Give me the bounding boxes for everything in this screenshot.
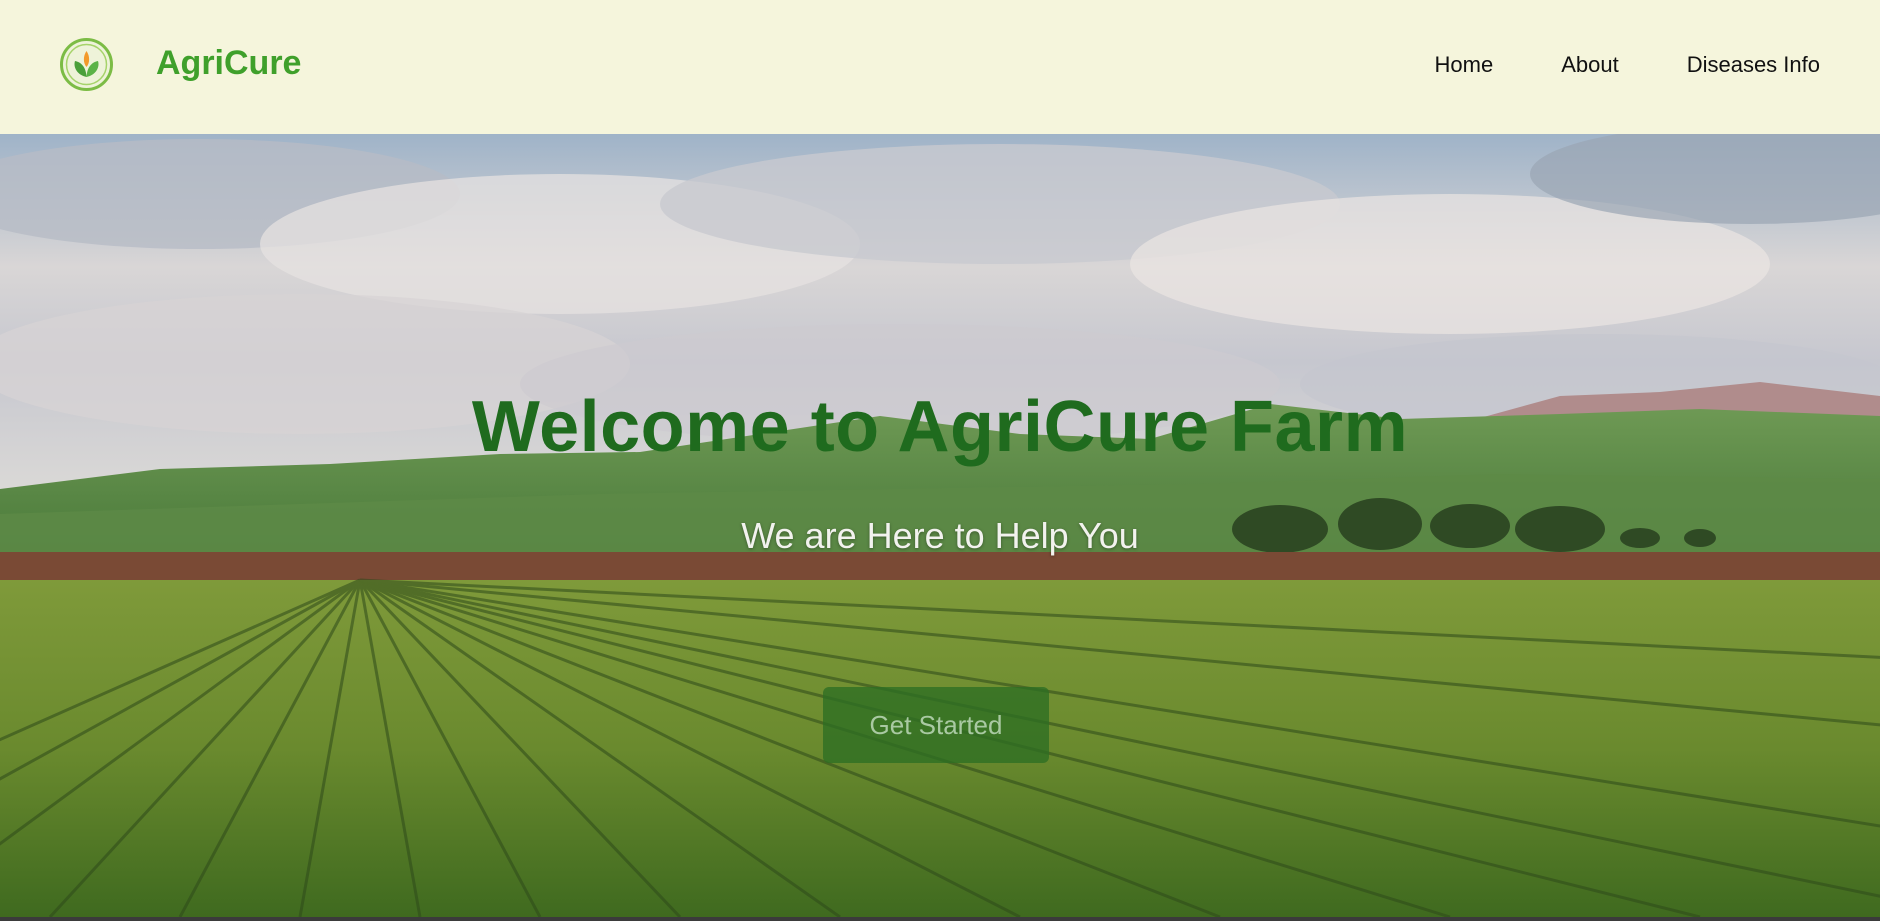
page-bottom-border — [0, 917, 1880, 921]
leaf-icon — [60, 38, 113, 91]
nav-menu: Home About Diseases Info — [1435, 52, 1820, 78]
brand-name[interactable]: AgriCure — [156, 44, 301, 83]
navbar: AgriCure Home About Diseases Info — [0, 0, 1880, 134]
nav-about-link[interactable]: About — [1561, 52, 1619, 78]
hero-subtitle: We are Here to Help You — [741, 515, 1139, 556]
hero-title: Welcome to AgriCure Farm — [471, 387, 1409, 467]
logo[interactable] — [59, 37, 114, 92]
hero-section: Welcome to AgriCure Farm We are Here to … — [0, 134, 1880, 917]
nav-home-link[interactable]: Home — [1435, 52, 1494, 78]
get-started-button[interactable]: Get Started — [823, 687, 1049, 763]
nav-diseases-info-link[interactable]: Diseases Info — [1687, 52, 1820, 78]
